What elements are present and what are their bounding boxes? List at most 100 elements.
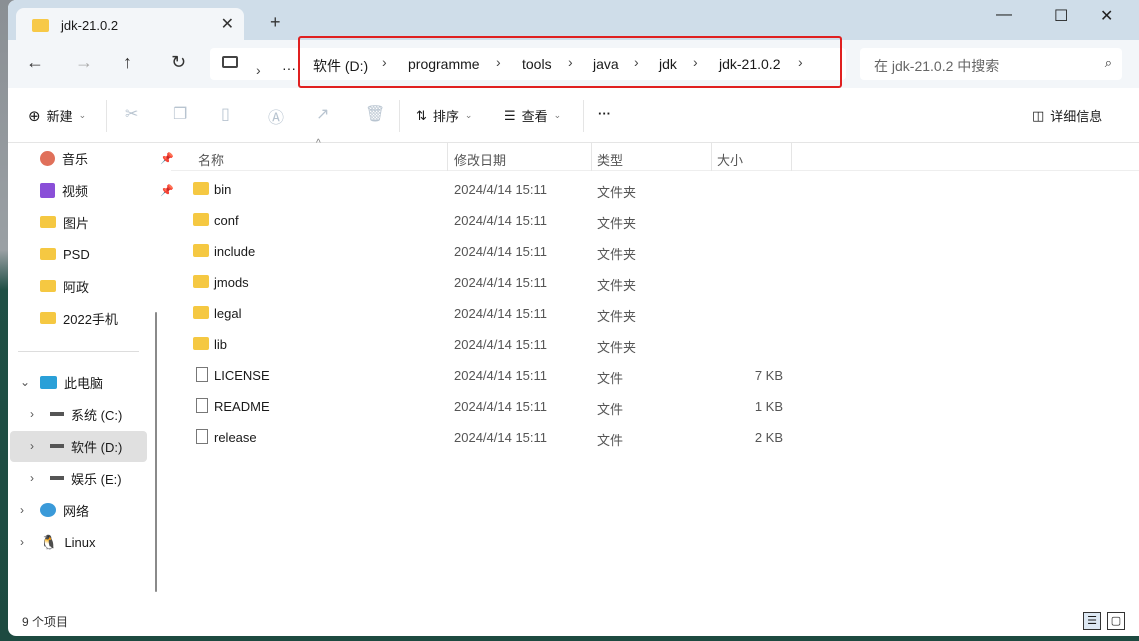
file-icon [196, 398, 208, 413]
new-tab-button[interactable]: + [270, 12, 281, 33]
linux-penguin-icon: 🐧 [40, 533, 58, 550]
sidebar-item-drive-d[interactable]: 软件 (D:) [50, 431, 188, 461]
chevron-right-icon[interactable]: › [30, 471, 34, 485]
forward-button[interactable]: → [75, 52, 93, 73]
item-count: 9 个项目 [22, 615, 69, 629]
file-name: conf [214, 213, 239, 228]
view-label: 查看 [521, 109, 548, 124]
new-button[interactable]: ⊕ 新建 ⌄ [28, 106, 86, 125]
large-icons-view-icon[interactable]: ▢ [1107, 612, 1125, 630]
file-row[interactable]: legal 2024/4/14 15:11 文件夹 [171, 298, 791, 329]
delete-icon[interactable]: 🗑 [365, 104, 385, 124]
sidebar-item-linux[interactable]: 🐧 Linux [40, 527, 178, 557]
file-date: 2024/4/14 15:11 [454, 213, 548, 228]
label: 系统 (C:) [71, 407, 123, 423]
file-date: 2024/4/14 15:11 [454, 275, 548, 290]
file-type: 文件夹 [597, 278, 637, 293]
sidebar-item-this-pc[interactable]: 此电脑 [40, 367, 178, 397]
file-list: 名称 ^ 修改日期 类型 大小 bin 2024/4/14 15:11 文件夹 … [171, 138, 1139, 613]
column-type[interactable]: 类型 [597, 150, 623, 169]
file-row[interactable]: lib 2024/4/14 15:11 文件夹 [171, 329, 791, 360]
chevron-right-icon[interactable]: › [20, 535, 24, 549]
file-date: 2024/4/14 15:11 [454, 306, 548, 321]
sort-icon: ⇅ [416, 107, 427, 123]
file-row[interactable]: jmods 2024/4/14 15:11 文件夹 [171, 267, 791, 298]
file-name: LICENSE [214, 368, 270, 383]
label: 软件 (D:) [71, 439, 123, 455]
sidebar-scrollbar[interactable] [155, 312, 157, 592]
file-row[interactable]: README 2024/4/14 15:11 文件 1 KB [171, 391, 791, 422]
file-date: 2024/4/14 15:11 [454, 368, 548, 383]
file-date: 2024/4/14 15:11 [454, 244, 548, 259]
paste-icon[interactable]: ▯ [221, 104, 230, 124]
close-tab-button[interactable]: ✕ [221, 14, 234, 34]
title-bar: jdk-21.0.2 ✕ + — ☐ ✕ [8, 0, 1139, 42]
up-button[interactable]: ↑ [123, 52, 132, 73]
share-icon[interactable]: ↗ [316, 104, 329, 124]
label: 视频 [62, 183, 89, 199]
folder-icon [40, 312, 56, 324]
file-row[interactable]: bin 2024/4/14 15:11 文件夹 [171, 174, 791, 205]
file-date: 2024/4/14 15:11 [454, 399, 548, 414]
column-name[interactable]: 名称 [198, 150, 224, 169]
close-window-button[interactable]: ✕ [1100, 6, 1113, 26]
search-input[interactable]: 在 jdk-21.0.2 中搜索 ⌕ [860, 48, 1122, 80]
sidebar-item-drive-e[interactable]: 娱乐 (E:) [50, 463, 188, 493]
copy-icon[interactable]: ❐ [173, 104, 187, 124]
maximize-button[interactable]: ☐ [1054, 6, 1068, 26]
sidebar-item-2022[interactable]: 2022手机 [40, 303, 178, 333]
column-modified[interactable]: 修改日期 [454, 150, 506, 169]
music-icon [40, 150, 55, 166]
sidebar-item-music[interactable]: 音乐 📌 [40, 143, 178, 173]
sidebar-item-azheng[interactable]: 阿政 [40, 271, 178, 301]
more-options-button[interactable]: ··· [598, 106, 611, 121]
cut-icon[interactable]: ✂ [125, 104, 138, 124]
refresh-button[interactable]: ↻ [171, 52, 186, 73]
file-icon [196, 367, 208, 382]
sidebar-item-psd[interactable]: PSD [40, 239, 178, 269]
sort-button[interactable]: ⇅ 排序 ⌄ [416, 106, 472, 125]
file-name: jmods [214, 275, 249, 290]
minimize-button[interactable]: — [996, 6, 1012, 24]
file-row[interactable]: conf 2024/4/14 15:11 文件夹 [171, 205, 791, 236]
label: 娱乐 (E:) [71, 471, 122, 487]
details-pane-button[interactable]: ◫ 详细信息 [1032, 106, 1102, 125]
sidebar-item-network[interactable]: 网络 [40, 495, 178, 525]
divider [18, 351, 139, 352]
breadcrumb-more[interactable]: ··· [282, 60, 296, 76]
tab-jdk[interactable]: jdk-21.0.2 ✕ [16, 8, 244, 42]
tab-title: jdk-21.0.2 [61, 17, 119, 33]
view-button[interactable]: ☰ 查看 ⌄ [504, 106, 561, 125]
folder-icon [193, 306, 209, 319]
drive-icon [50, 476, 64, 480]
folder-icon [193, 213, 209, 226]
sidebar-item-pictures[interactable]: 图片 [40, 207, 178, 237]
chevron-right-icon[interactable]: › [30, 407, 34, 421]
details-pane-icon: ◫ [1032, 107, 1045, 123]
file-type: 文件 [597, 402, 624, 417]
folder-icon [193, 337, 209, 350]
file-row[interactable]: include 2024/4/14 15:11 文件夹 [171, 236, 791, 267]
file-row[interactable]: LICENSE 2024/4/14 15:11 文件 7 KB [171, 360, 791, 391]
file-row[interactable]: release 2024/4/14 15:11 文件 2 KB [171, 422, 791, 453]
details-label: 详细信息 [1050, 109, 1103, 124]
folder-icon [193, 244, 209, 257]
sidebar-item-video[interactable]: 视频 📌 [40, 175, 178, 205]
column-header: 名称 ^ 修改日期 类型 大小 [171, 138, 1139, 171]
sidebar-item-drive-c[interactable]: 系统 (C:) [50, 399, 188, 429]
file-name: release [214, 430, 257, 445]
chevron-right-icon[interactable]: › [20, 503, 24, 517]
monitor-icon [40, 375, 57, 389]
rename-icon[interactable]: Ⓐ [268, 104, 284, 128]
chevron-right-icon[interactable]: › [30, 439, 34, 453]
file-type: 文件 [597, 371, 624, 386]
drive-icon [50, 412, 64, 416]
details-view-icon[interactable]: ☰ [1083, 612, 1101, 630]
file-type: 文件夹 [597, 247, 637, 262]
highlight-box [298, 36, 842, 88]
folder-icon [32, 18, 49, 32]
file-date: 2024/4/14 15:11 [454, 182, 548, 197]
back-button[interactable]: ← [26, 52, 44, 73]
chevron-down-icon[interactable]: ⌄ [20, 375, 30, 389]
column-size[interactable]: 大小 [717, 150, 743, 169]
